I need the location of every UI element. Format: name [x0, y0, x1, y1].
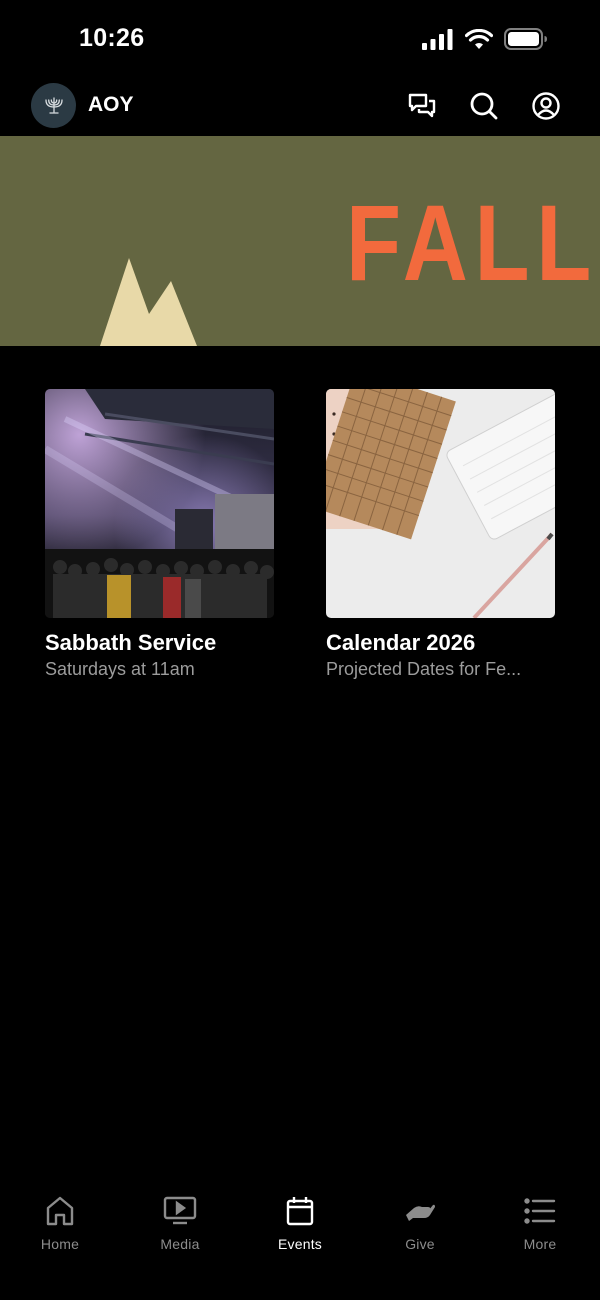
- tab-label: Home: [40, 1236, 80, 1252]
- org-name[interactable]: AOY: [88, 93, 134, 117]
- tab-give[interactable]: Give: [360, 1180, 480, 1300]
- tab-media[interactable]: Media: [120, 1180, 240, 1300]
- status-time: 10:26: [79, 24, 145, 52]
- tab-label: Media: [160, 1236, 200, 1252]
- app-header: AOY: [0, 82, 600, 136]
- wifi-icon: [465, 28, 493, 49]
- calendar-icon: [283, 1194, 317, 1228]
- chat-icon: [408, 93, 436, 118]
- search-button[interactable]: [468, 90, 500, 122]
- card-subtitle: Projected Dates for Fe...: [326, 659, 522, 679]
- status-bar: 10:26: [0, 0, 600, 82]
- card-subtitle: Saturdays at 11am: [45, 659, 195, 679]
- tab-bar: Home Media Events Give More: [0, 1180, 600, 1300]
- messages-button[interactable]: [406, 90, 438, 122]
- org-avatar[interactable]: [31, 83, 76, 128]
- tab-label: Events: [278, 1236, 322, 1252]
- event-card-calendar-2026[interactable]: Calendar 2026 Projected Dates for Fe...: [326, 389, 555, 680]
- tab-home[interactable]: Home: [0, 1180, 120, 1300]
- event-card-sabbath-service[interactable]: Sabbath Service Saturdays at 11am: [45, 389, 274, 680]
- list-icon: [523, 1194, 557, 1228]
- tab-label: Give: [405, 1236, 435, 1252]
- battery-icon: [504, 28, 547, 50]
- signal-icon: [422, 28, 453, 50]
- calendar-2026-image: [326, 389, 555, 618]
- media-icon: [163, 1194, 197, 1228]
- banner-title: FALL: [346, 200, 598, 286]
- home-icon: [43, 1194, 77, 1228]
- status-icons: [422, 28, 548, 50]
- tab-events[interactable]: Events: [240, 1180, 360, 1300]
- fall-banner[interactable]: FALL: [0, 136, 600, 346]
- search-icon: [470, 92, 498, 120]
- card-title: Calendar 2026: [326, 630, 476, 655]
- tab-more[interactable]: More: [480, 1180, 600, 1300]
- tab-label: More: [523, 1236, 557, 1252]
- card-title: Sabbath Service: [45, 630, 217, 655]
- menorah-icon: [44, 96, 63, 114]
- profile-button[interactable]: [530, 90, 562, 122]
- sabbath-service-image: [45, 389, 274, 618]
- profile-icon: [532, 92, 560, 120]
- banner-title-text: FALL: [346, 200, 598, 286]
- give-icon: [403, 1194, 437, 1228]
- header-actions: [406, 90, 562, 122]
